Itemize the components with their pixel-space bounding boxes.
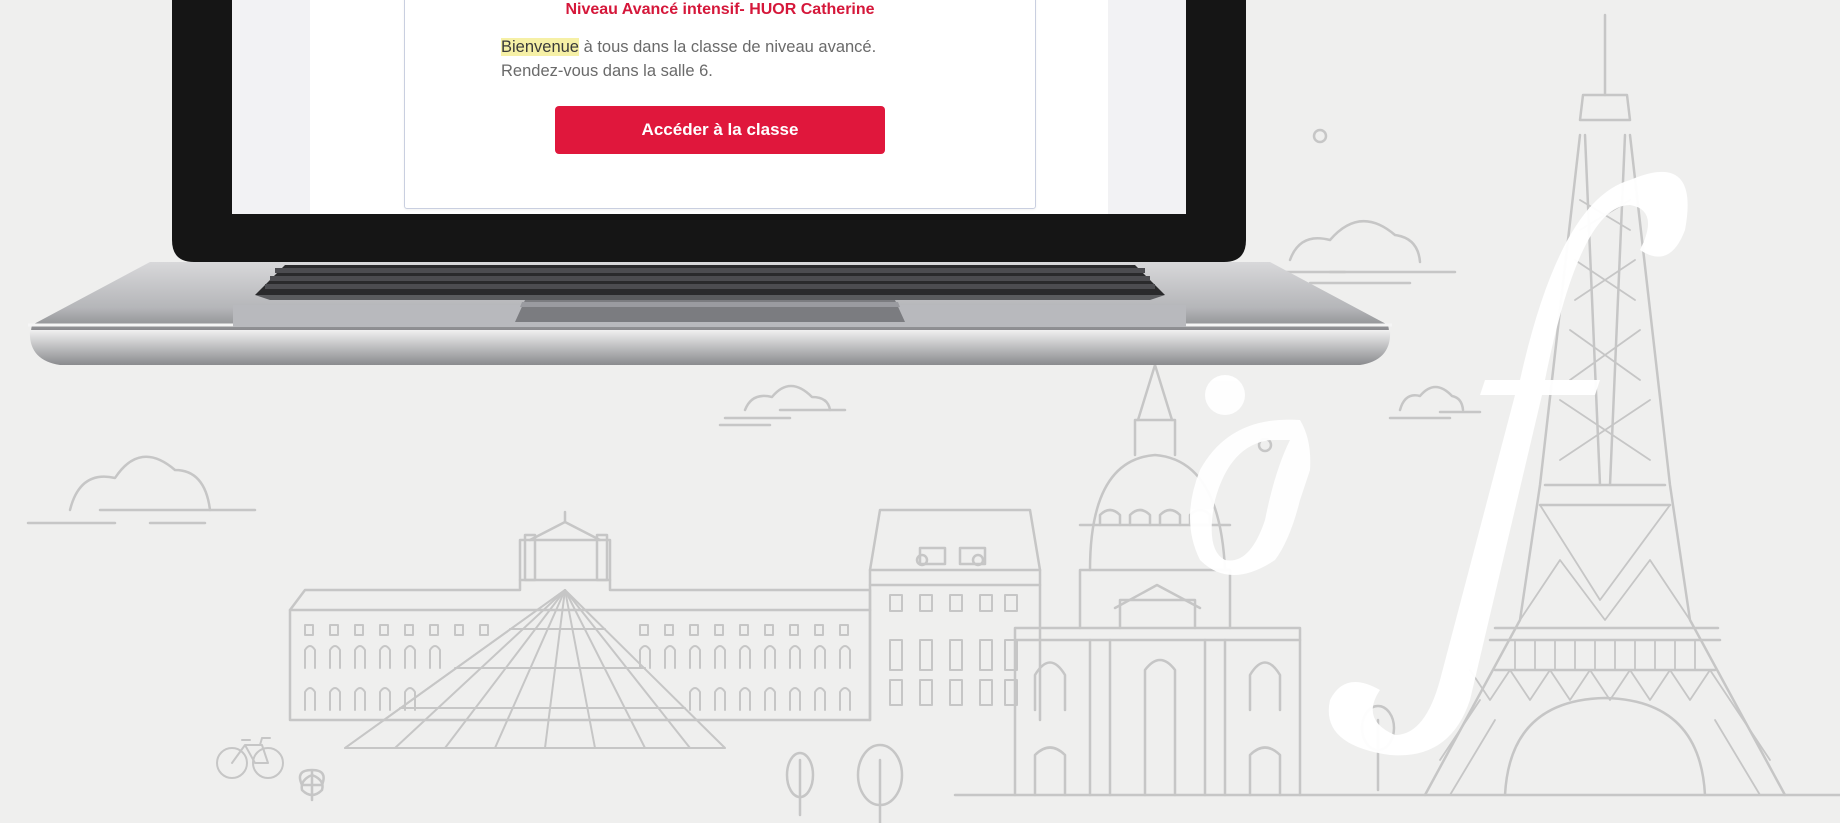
cloud-icon	[718, 384, 847, 427]
louvre-pyramid	[344, 589, 726, 749]
bicycle-icon	[216, 737, 284, 779]
class-title: Niveau Avancé intensif- HUOR Catherine	[565, 1, 875, 18]
tree-icon	[298, 768, 325, 802]
louvre-building	[288, 510, 872, 722]
screen-margin-left	[232, 0, 310, 214]
screen-margin-right	[1108, 0, 1186, 214]
cloud-icon	[1388, 385, 1482, 420]
access-class-button[interactable]: Accéder à la classe	[555, 106, 885, 154]
welcome-text: à tous dans la classe de niveau avancé.	[578, 38, 877, 56]
cloud-icon	[26, 455, 257, 525]
laptop-screen: Niveau Avancé intensif- HUOR Catherine B…	[232, 0, 1186, 214]
eiffel-tower	[1423, 13, 1787, 797]
welcome-message: Bienvenue à tous dans la classe de nivea…	[501, 35, 971, 83]
welcome-highlight: Bienvenue	[501, 38, 579, 56]
room-text: Rendez-vous dans la salle 6.	[501, 62, 713, 80]
class-card: Niveau Avancé intensif- HUOR Catherine B…	[404, 0, 1036, 209]
